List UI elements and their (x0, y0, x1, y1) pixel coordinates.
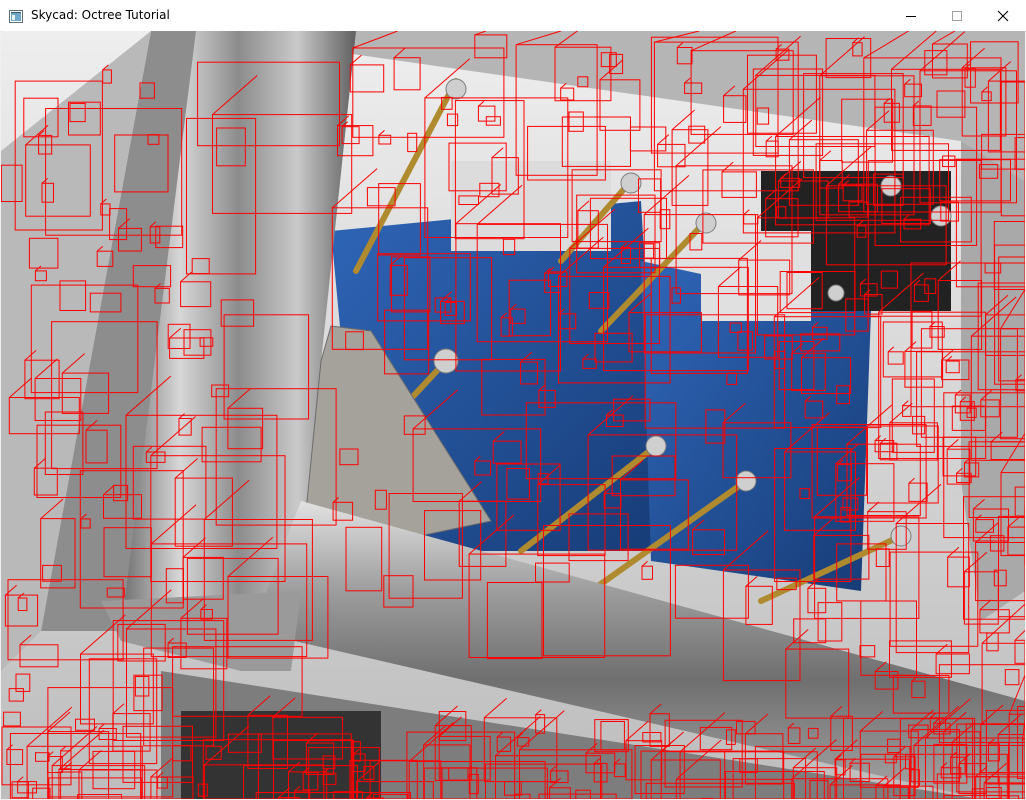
close-button[interactable] (980, 0, 1026, 31)
3d-viewport[interactable] (1, 31, 1025, 799)
app-window: Skycad: Octree Tutorial (0, 0, 1026, 800)
octree-scene (1, 31, 1025, 799)
title-bar[interactable]: Skycad: Octree Tutorial (0, 0, 1026, 32)
close-icon (997, 10, 1009, 21)
minimize-icon (906, 15, 916, 17)
minimize-button[interactable] (888, 0, 934, 31)
maximize-icon (952, 10, 962, 21)
window-title: Skycad: Octree Tutorial (31, 8, 170, 22)
application-icon (9, 8, 23, 23)
maximize-button[interactable] (934, 0, 980, 31)
